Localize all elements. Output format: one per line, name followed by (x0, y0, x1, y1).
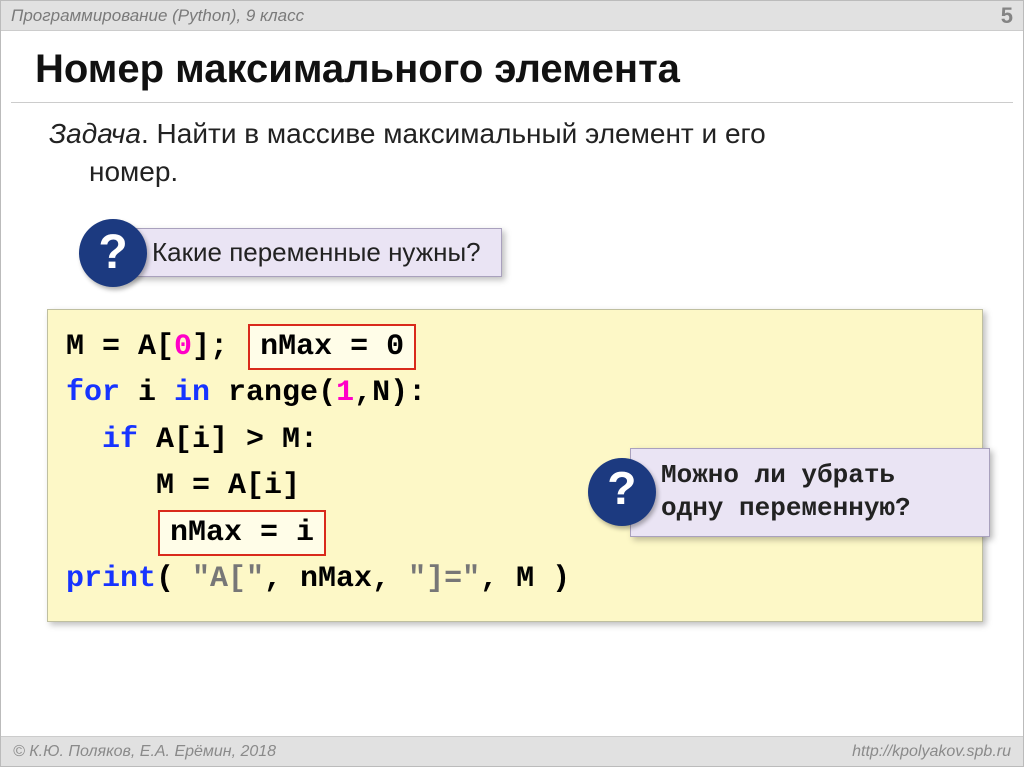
question-callout-1: ? Какие переменные нужны? (79, 219, 502, 287)
highlight-nmax-assign: nMax = i (158, 510, 326, 556)
slide: Программирование (Python), 9 класс 5 Ном… (0, 0, 1024, 767)
page-number: 5 (1001, 3, 1013, 29)
highlight-nmax-init: nMax = 0 (248, 324, 416, 370)
slide-footer: © К.Ю. Поляков, Е.А. Ерёмин, 2018 http:/… (1, 736, 1023, 766)
task-label: Задача (49, 118, 141, 149)
question-text-2: Можно ли убрать одну переменную? (630, 448, 990, 538)
code-line-6: print( "A[", nMax, "]=", M ) (66, 556, 964, 603)
question-text-1: Какие переменные нужны? (121, 228, 502, 277)
question-callout-2: ? Можно ли убрать одну переменную? (588, 448, 990, 538)
code-line-2: for i in range(1,N): (66, 370, 964, 417)
footer-url: http://kpolyakov.spb.ru (852, 743, 1011, 761)
slide-header: Программирование (Python), 9 класс 5 (1, 1, 1023, 31)
copyright-text: © К.Ю. Поляков, Е.А. Ерёмин, 2018 (13, 743, 276, 761)
code-block: M = A[0]; nMax = 0 for i in range(1,N): … (47, 309, 983, 622)
question-mark-icon: ? (79, 219, 147, 287)
slide-title: Номер максимального элемента (1, 31, 1023, 102)
code-line-1: M = A[0]; nMax = 0 (66, 324, 964, 371)
task-block: Задача. Найти в массиве максимальный эле… (1, 115, 1023, 191)
subject-text: Программирование (Python), 9 класс (11, 6, 304, 26)
task-text-1: . Найти в массиве максимальный элемент и… (141, 118, 766, 149)
question-mark-icon: ? (588, 458, 656, 526)
divider (11, 102, 1013, 103)
task-text-2: номер. (49, 153, 989, 191)
